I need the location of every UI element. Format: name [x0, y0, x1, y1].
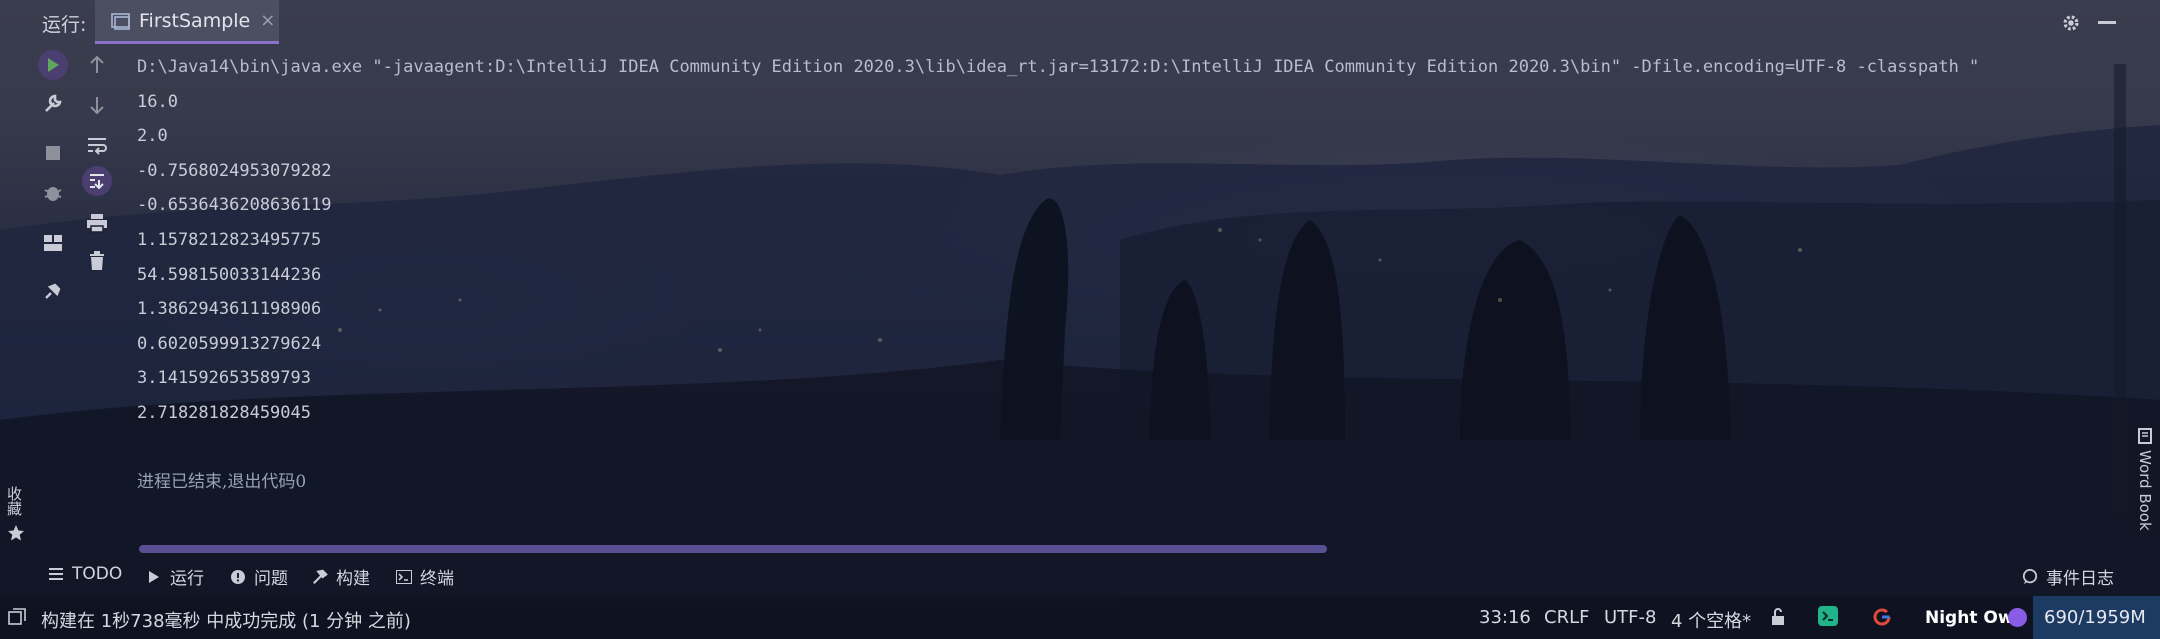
tab-problems[interactable]: 问题	[230, 564, 288, 589]
tool-window-bar: TODO 运行 问题 构建 终端 事件日志	[0, 558, 2160, 592]
tab-build-label: 构建	[336, 569, 370, 589]
theme-name[interactable]: Night Owl	[1925, 608, 2019, 628]
bug-icon	[44, 187, 62, 201]
output-line: 2.0	[137, 126, 168, 147]
output-line: -0.6536436208636119	[137, 195, 332, 216]
run-tool-window-header: 运行: FirstSample ×	[0, 0, 2160, 44]
scroll-to-end-icon	[90, 174, 104, 190]
tab-problems-label: 问题	[254, 569, 288, 589]
horizontal-scrollbar[interactable]	[139, 545, 1327, 553]
arrow-down-icon	[90, 97, 104, 115]
pin-button[interactable]	[38, 276, 68, 306]
tab-event-log[interactable]: 事件日志	[2022, 564, 2114, 589]
terminal-plugin-icon[interactable]	[1818, 606, 1838, 626]
caret-position[interactable]: 33:16	[1479, 607, 1531, 628]
tab-run[interactable]: 运行	[146, 564, 204, 589]
status-message[interactable]: 构建在 1秒738毫秒 中成功完成 (1 分钟 之前)	[41, 607, 411, 633]
printer-icon	[87, 214, 107, 233]
wordbook-label: Word Book	[2136, 450, 2154, 531]
star-icon	[8, 525, 24, 541]
tab-terminal-label: 终端	[420, 569, 454, 589]
theme-dot-icon	[2008, 608, 2027, 627]
hammer-icon	[312, 569, 328, 585]
speech-bubble-icon	[2022, 568, 2038, 585]
debug-button[interactable]	[38, 178, 68, 208]
output-line: 1.3862943611198906	[137, 299, 322, 320]
rerun-button[interactable]	[38, 50, 68, 80]
google-icon[interactable]	[1872, 607, 1892, 627]
close-icon[interactable]: ×	[260, 10, 275, 31]
tab-firstsample[interactable]: FirstSample ×	[95, 0, 279, 44]
exit-message: 进程已结束,退出代码0	[137, 472, 307, 493]
scroll-to-end-button[interactable]	[82, 166, 112, 196]
output-line: 54.598150033144236	[137, 264, 322, 285]
output-line: 3.141592653589793	[137, 368, 311, 389]
pin-icon	[45, 283, 61, 299]
edit-configuration-button[interactable]	[38, 88, 68, 118]
output-line: 2.718281828459045	[137, 402, 311, 423]
output-line: 16.0	[137, 91, 178, 112]
memory-indicator[interactable]: 690/1959M	[2033, 596, 2160, 639]
book-icon	[2138, 428, 2152, 444]
wordbook-side-tab[interactable]: Word Book	[2132, 428, 2158, 546]
arrow-up-icon	[90, 55, 104, 73]
tab-run-label: 运行	[170, 569, 204, 589]
favorites-side-tab[interactable]: 收藏	[4, 486, 30, 556]
output-line: -0.7568024953079282	[137, 160, 332, 181]
terminal-icon	[396, 569, 412, 585]
list-icon	[48, 566, 64, 582]
memory-usage: 690/1959M	[2044, 607, 2146, 628]
command-line: D:\Java14\bin\java.exe "-javaagent:D:\In…	[137, 57, 1980, 77]
play-icon	[146, 569, 162, 585]
clear-all-button[interactable]	[82, 246, 112, 276]
soft-wrap-icon	[88, 138, 107, 155]
toggle-tool-windows-icon[interactable]	[8, 608, 26, 626]
run-label: 运行:	[42, 14, 87, 36]
console-output[interactable]: D:\Java14\bin\java.exe "-javaagent:D:\In…	[137, 50, 2112, 550]
print-button[interactable]	[82, 208, 112, 238]
vertical-scrollbar[interactable]	[2114, 64, 2126, 519]
info-icon	[230, 569, 246, 585]
stop-icon	[46, 146, 60, 160]
console-icon	[111, 12, 130, 30]
tab-label: FirstSample	[139, 9, 251, 32]
layout-button[interactable]	[38, 228, 68, 258]
scroll-up-button[interactable]	[82, 50, 112, 80]
tab-todo-label: TODO	[72, 564, 123, 584]
wrench-icon	[45, 94, 62, 112]
soft-wrap-button[interactable]	[82, 130, 112, 160]
gear-icon[interactable]	[2060, 12, 2082, 34]
stop-button[interactable]	[38, 138, 68, 168]
play-icon	[48, 58, 59, 72]
scroll-down-button[interactable]	[82, 90, 112, 120]
tab-todo[interactable]: TODO	[48, 564, 122, 584]
tab-event-log-label: 事件日志	[2046, 569, 2114, 589]
indent-setting[interactable]: 4 个空格*	[1671, 607, 1751, 633]
unlock-icon[interactable]	[1770, 608, 1786, 626]
tab-build[interactable]: 构建	[312, 564, 370, 589]
file-encoding[interactable]: UTF-8	[1604, 607, 1656, 628]
minimize-icon[interactable]	[2098, 21, 2116, 24]
output-line: 1.1578212823495775	[137, 229, 322, 250]
line-separator[interactable]: CRLF	[1544, 607, 1589, 628]
tab-terminal[interactable]: 终端	[396, 564, 454, 589]
status-bar: 构建在 1秒738毫秒 中成功完成 (1 分钟 之前) 33:16 CRLF U…	[0, 596, 2160, 639]
output-line: 0.6020599913279624	[137, 333, 322, 354]
layout-icon	[44, 235, 62, 251]
trash-icon	[90, 251, 104, 270]
favorites-label: 收藏	[5, 486, 23, 516]
